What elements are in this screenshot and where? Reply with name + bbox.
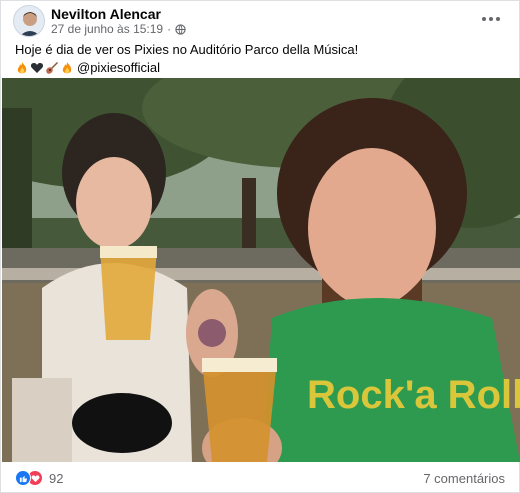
mention-link[interactable]: @pixiesofficial	[77, 59, 160, 77]
black-heart-emoji	[30, 63, 44, 73]
author-avatar[interactable]	[13, 5, 45, 37]
post-timestamp[interactable]: 27 de junho às 15:19	[51, 22, 163, 36]
more-options-button[interactable]	[479, 9, 503, 29]
more-dot-icon	[496, 17, 500, 21]
post-header: Nevilton Alencar 27 de junho às 15:19 ·	[13, 5, 507, 37]
post-caption: Hoje é dia de ver os Pixies no Auditório…	[15, 41, 505, 77]
meta-separator: ·	[167, 22, 172, 36]
comments-count-link[interactable]: 7 comentários	[423, 471, 505, 486]
caption-text: Hoje é dia de ver os Pixies no Auditório…	[15, 42, 359, 57]
globe-icon	[175, 23, 186, 35]
post-meta: 27 de junho às 15:19 ·	[51, 22, 186, 36]
post-photo[interactable]: Rock'a Rolla	[2, 78, 520, 462]
post-card: Nevilton Alencar 27 de junho às 15:19 · …	[0, 0, 520, 493]
reactions-summary[interactable]: 92	[15, 470, 63, 486]
fire-emoji	[17, 62, 27, 74]
caption-line-2: @pixiesofficial	[15, 59, 505, 77]
more-dot-icon	[482, 17, 486, 21]
author-name[interactable]: Nevilton Alencar	[51, 6, 161, 22]
reaction-count[interactable]: 92	[49, 471, 63, 486]
shirt-print-text: Rock'a Rolla	[307, 373, 520, 417]
more-dot-icon	[489, 17, 493, 21]
post-footer: 92 7 comentários	[15, 467, 505, 489]
fire-emoji	[62, 62, 72, 74]
like-icon	[15, 470, 31, 486]
guitar-emoji	[46, 62, 58, 74]
